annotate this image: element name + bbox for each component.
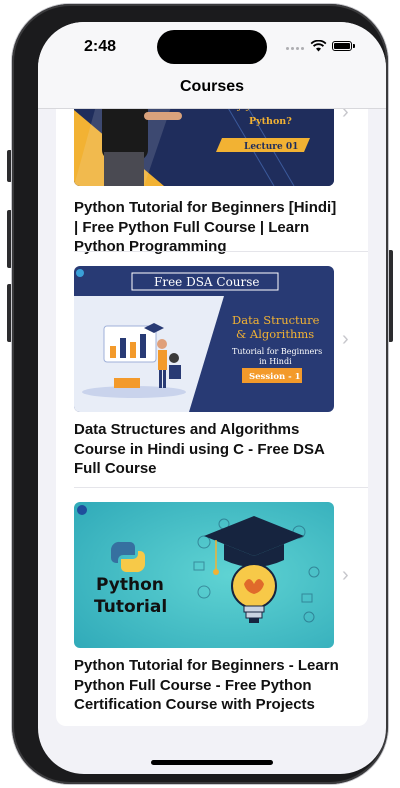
battery-icon (332, 41, 355, 51)
thumb-badge: Session - 1 (249, 372, 301, 382)
thumb-title-2: Tutorial (94, 597, 167, 617)
signal-icon (286, 47, 304, 50)
list-item[interactable]: Python Tutorial › Python Tutorial for Be… (56, 488, 368, 726)
thumb-subtitle-2: in Hindi (259, 357, 292, 366)
dynamic-island (157, 30, 267, 64)
status-time: 2:48 (84, 38, 117, 55)
thumb-heading-1: Data Structure (232, 313, 320, 327)
courses-list[interactable]: Why you must learn Python? Lecture 01 › … (56, 82, 368, 726)
power-button (388, 250, 393, 342)
thumb-heading-2: & Algorithms (236, 327, 314, 341)
thumb-banner: Free DSA Course (154, 275, 260, 289)
thumb-title-1: Python (96, 575, 164, 595)
course-thumbnail: Free DSA Course Data Structure & Algorit… (74, 266, 334, 412)
course-thumbnail: Python Tutorial (74, 502, 334, 648)
thumb-subtitle-1: Tutorial for Beginners (232, 347, 322, 356)
course-title: Python Tutorial for Beginners [Hindi] | … (74, 199, 337, 255)
list-item[interactable]: Free DSA Course Data Structure & Algorit… (56, 252, 368, 488)
thumb-badge: Lecture 01 (244, 142, 298, 152)
wifi-icon (310, 40, 327, 52)
screen: Courses 2:48 Python? Lecture 01 › Python… (38, 22, 386, 774)
home-indicator[interactable] (151, 760, 273, 765)
phone-frame: Courses 2:48 Python? Lecture 01 › Python… (12, 4, 388, 784)
course-title: Data Structures and Algorithms Course in… (74, 421, 325, 477)
thumbnail-graphic: Python Tutorial (74, 502, 334, 648)
page-title: Courses (179, 78, 245, 95)
chevron-right-icon: › (342, 564, 349, 586)
chevron-right-icon: › (342, 328, 349, 350)
thumb-headline-2: Python? (249, 116, 292, 127)
thumbnail-graphic: Free DSA Course Data Structure & Algorit… (74, 266, 334, 412)
course-title: Python Tutorial for Beginners - Learn Py… (74, 657, 339, 713)
